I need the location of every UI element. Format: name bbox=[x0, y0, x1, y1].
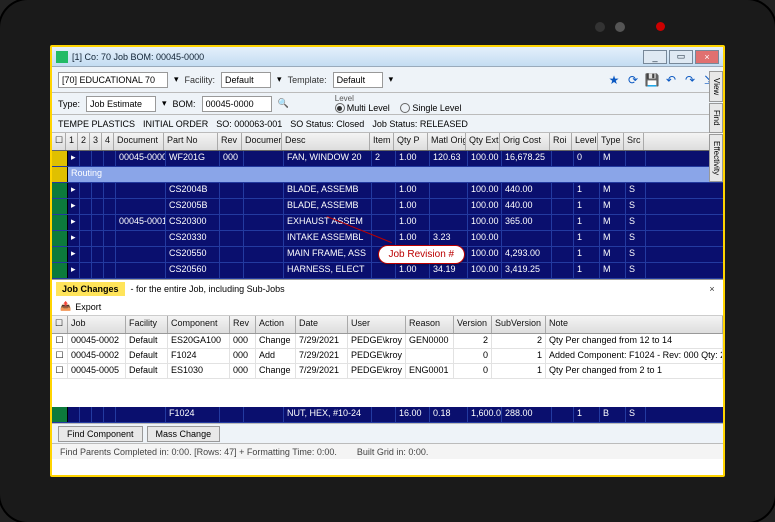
template-label: Template: bbox=[288, 75, 327, 85]
status-line: TEMPE PLASTICS INITIAL ORDER SO: 000063-… bbox=[52, 115, 723, 133]
close-button[interactable]: × bbox=[695, 50, 719, 64]
forward-icon[interactable]: ↷ bbox=[682, 72, 698, 88]
bottom-grid[interactable]: F1024 NUT, HEX, #10-24 16.00 0.18 1,600.… bbox=[52, 407, 723, 423]
job-changes-tab[interactable]: Job Changes bbox=[56, 282, 125, 296]
toolbar-row-2: Type: ▾ BOM: 🔍 Level Multi Level Single … bbox=[52, 93, 723, 115]
bom-row[interactable]: ▸00045-0000WF201G000FAN, WINDOW 2021.001… bbox=[52, 151, 723, 167]
bom-input[interactable] bbox=[202, 96, 272, 112]
footer-tabs: Find Component Mass Change bbox=[52, 423, 723, 443]
search-icon[interactable]: 🔍 bbox=[278, 98, 289, 109]
row-handle[interactable] bbox=[52, 231, 68, 246]
bom-row[interactable]: ▸CS2004BBLADE, ASSEMB1.00100.00440.001MS bbox=[52, 183, 723, 199]
side-tab-effectivity[interactable]: Effectivity bbox=[709, 134, 723, 182]
app-icon bbox=[56, 51, 68, 63]
row-handle[interactable] bbox=[52, 151, 68, 166]
row-handle[interactable] bbox=[52, 407, 68, 422]
row-handle[interactable] bbox=[52, 263, 68, 278]
side-tab-view[interactable]: View bbox=[709, 71, 723, 102]
mass-change-button[interactable]: Mass Change bbox=[147, 426, 221, 442]
window-titlebar: [1] Co: 70 Job BOM: 00045-0000 _ ▭ × bbox=[52, 47, 723, 67]
facility-label: Facility: bbox=[185, 75, 216, 85]
change-row[interactable]: ☐00045-0005DefaultES1030000Change7/29/20… bbox=[52, 364, 723, 379]
col-checkbox[interactable]: ☐ bbox=[52, 133, 66, 150]
job-changes-panel: Job Changes - for the entire Job, includ… bbox=[52, 279, 723, 407]
row-handle[interactable] bbox=[52, 183, 68, 198]
status-bar: Find Parents Completed in: 0:00. [Rows: … bbox=[52, 443, 723, 459]
bom-row[interactable]: ▸CS20560HARNESS, ELECT1.0034.19100.003,4… bbox=[52, 263, 723, 279]
bom-row[interactable]: ▸CS2005BBLADE, ASSEMB1.00100.00440.001MS bbox=[52, 199, 723, 215]
company-name: TEMPE PLASTICS bbox=[58, 119, 135, 129]
type-select[interactable] bbox=[86, 96, 156, 112]
row-handle[interactable] bbox=[52, 199, 68, 214]
back-icon[interactable]: ↶ bbox=[663, 72, 679, 88]
changes-grid-header: ☐ Job Facility Component Rev Action Date… bbox=[52, 316, 723, 334]
so-number: SO: 000063-001 bbox=[216, 119, 282, 129]
multi-level-radio[interactable] bbox=[335, 103, 345, 113]
minimize-button[interactable]: _ bbox=[643, 50, 667, 64]
template-select[interactable] bbox=[333, 72, 383, 88]
order-label: INITIAL ORDER bbox=[143, 119, 208, 129]
bom-grid-header: ☐ 1 2 3 4 Document Part No Rev Documer D… bbox=[52, 133, 723, 151]
bom-grid[interactable]: ☐ 1 2 3 4 Document Part No Rev Documer D… bbox=[52, 133, 723, 279]
maximize-button[interactable]: ▭ bbox=[669, 50, 693, 64]
bom-label: BOM: bbox=[173, 99, 196, 109]
refresh-icon[interactable]: ⟳ bbox=[625, 72, 641, 88]
row-handle[interactable] bbox=[52, 247, 68, 262]
save-icon[interactable]: 💾 bbox=[644, 72, 660, 88]
favorite-icon[interactable]: ★ bbox=[606, 72, 622, 88]
status-text-1: Find Parents Completed in: 0:00. [Rows: … bbox=[60, 447, 337, 457]
single-level-radio[interactable] bbox=[400, 103, 410, 113]
side-tab-find[interactable]: Find bbox=[709, 103, 723, 133]
status-text-2: Built Grid in: 0:00. bbox=[357, 447, 429, 457]
change-row[interactable]: ☐00045-0002DefaultF1024000Add7/29/2021PE… bbox=[52, 349, 723, 364]
window-title: [1] Co: 70 Job BOM: 00045-0000 bbox=[72, 52, 643, 62]
job-status: Job Status: RELEASED bbox=[372, 119, 468, 129]
level-label: Level bbox=[335, 94, 462, 103]
panel-close-icon[interactable]: × bbox=[705, 284, 719, 294]
bom-row[interactable]: ▸00045-0001CS20300EXHAUST ASSEM1.00100.0… bbox=[52, 215, 723, 231]
find-component-button[interactable]: Find Component bbox=[58, 426, 143, 442]
job-changes-subtitle: - for the entire Job, including Sub-Jobs bbox=[131, 284, 285, 294]
so-status: SO Status: Closed bbox=[290, 119, 364, 129]
entity-select[interactable] bbox=[58, 72, 168, 88]
row-handle[interactable] bbox=[52, 215, 68, 230]
toolbar-row-1: ▾ Facility: ▾ Template: ▾ ★ ⟳ 💾 ↶ ↷ ⇲ bbox=[52, 67, 723, 93]
facility-select[interactable] bbox=[221, 72, 271, 88]
export-button[interactable]: Export bbox=[75, 302, 101, 312]
change-row[interactable]: ☐00045-0002DefaultES20GA100000Change7/29… bbox=[52, 334, 723, 349]
revision-callout: Job Revision # bbox=[378, 245, 466, 264]
export-icon[interactable]: 📤 bbox=[60, 301, 71, 312]
bom-row[interactable]: Routing bbox=[52, 167, 723, 183]
type-label: Type: bbox=[58, 99, 80, 109]
